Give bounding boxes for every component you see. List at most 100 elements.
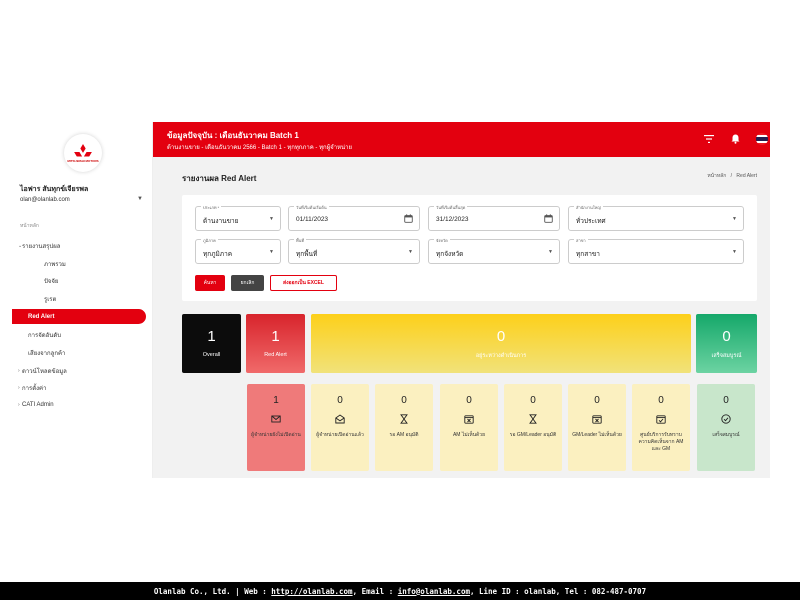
field-label: วันที่เริ่มต้นเริ่มต้น <box>294 204 329 211</box>
status-card-gm-disagree[interactable]: 0 GM/Leader ไม่เห็นด้วย <box>568 384 626 471</box>
status-label: เสร็จสมบูรณ์ <box>712 432 740 438</box>
field-value: ทั่วประเทศ <box>576 218 606 225</box>
status-label: ผู้จำหน่ายเปิดอ่านแล้ว <box>316 432 364 438</box>
summary-tile-in-progress[interactable]: 0 อยู่ระหว่างดำเนินการ <box>311 314 691 373</box>
sidebar-item-settings[interactable]: › การตั้งค่า <box>12 380 153 395</box>
summary-tile-completed[interactable]: 0 เสร็จสมบูรณ์ <box>696 314 757 373</box>
status-label: ผู้จำหน่ายยังไม่เปิดอ่าน <box>251 432 301 438</box>
area-select[interactable]: พื้นที่ ทุกพื้นที่ ▼ <box>288 237 420 264</box>
status-label: รอ AM อนุมัติ <box>389 432 419 438</box>
sidebar-item-factors[interactable]: ปัจจัย <box>12 273 153 288</box>
sidebar-item-label: การจัดอันดับ <box>28 332 62 339</box>
user-menu-chevron-icon[interactable]: ▼ <box>137 196 143 202</box>
bell-icon[interactable] <box>729 133 741 145</box>
branch-select[interactable]: สาขา ทุกสาขา ▼ <box>568 237 744 264</box>
field-label: ประเภท * <box>201 204 222 211</box>
footer-prefix: Olanlab Co., Ltd. | Web : <box>153 586 272 596</box>
summary-label: อยู่ระหว่างดำเนินการ <box>475 353 527 359</box>
status-card-read[interactable]: 0 ผู้จำหน่ายเปิดอ่านแล้ว <box>311 384 369 471</box>
breadcrumb-home[interactable]: หน้าหลัก <box>707 173 726 179</box>
region-select[interactable]: ภูมิภาค ทุกภูมิภาค ▼ <box>195 237 281 264</box>
sidebar-item-cati-admin[interactable]: › CATI Admin <box>12 397 153 412</box>
caret-down-icon: ▼ <box>269 216 274 222</box>
mail-icon <box>271 415 281 423</box>
sidebar-item-label: ดาวน์โหลดข้อมูล <box>22 368 67 375</box>
footer-email-label: , Email : <box>352 586 398 596</box>
check-circle-icon <box>721 414 731 424</box>
province-select[interactable]: จังหวัด ทุกจังหวัด ▼ <box>428 237 560 264</box>
summary-label: เสร็จสมบูรณ์ <box>711 353 742 359</box>
sidebar-item-label: CATI Admin <box>22 401 54 408</box>
summary-value: 0 <box>722 328 731 345</box>
search-button[interactable]: ค้นหา <box>195 275 225 291</box>
status-value: 0 <box>337 395 343 406</box>
field-label: พื้นที่ <box>294 237 307 244</box>
sidebar-item-summary-report[interactable]: ⌄ รายงานสรุปผล <box>12 238 153 253</box>
sidebar-item-label: การตั้งค่า <box>22 385 47 392</box>
sidebar-item-label: ภาพรวม <box>44 261 66 268</box>
type-select[interactable]: ประเภท * ด้านงานขาย ▼ <box>195 204 281 231</box>
footer-banner: Olanlab Co., Ltd. | Web : http://olanlab… <box>0 582 800 600</box>
status-card-unread[interactable]: 1 ผู้จำหน่ายยังไม่เปิดอ่าน <box>247 384 305 471</box>
status-card-am-disagree[interactable]: 0 AM ไม่เห็นด้วย <box>440 384 498 471</box>
sidebar-item-label: Red Alert <box>28 313 55 320</box>
breadcrumb-separator: / <box>730 173 733 179</box>
summary-label: Red Alert <box>264 352 287 358</box>
field-value: 01/11/2023 <box>296 216 329 223</box>
field-value: ด้านงานขาย <box>203 218 239 225</box>
footer-web-link[interactable]: http://olanlab.com <box>271 587 352 596</box>
calendar-x-icon <box>464 415 474 424</box>
summary-tile-overall[interactable]: 1 Overall <box>182 314 241 373</box>
main-content: รายงานผล Red Alert หน้าหลัก / Red Alert … <box>153 157 770 478</box>
status-value: 0 <box>658 395 664 406</box>
status-card-acknowledged[interactable]: 0 ศูนย์บริการรับทราบความคิดเห็นจาก AM แล… <box>632 384 690 471</box>
status-card-wait-gm[interactable]: 0 รอ GM/Leader อนุมัติ <box>504 384 562 471</box>
caret-down-icon: ▼ <box>269 249 274 255</box>
header-subtitle: ด้านงานขาย - เดือนธันวาคม 2566 - Batch 1… <box>167 145 353 151</box>
status-label: ศูนย์บริการรับทราบความคิดเห็นจาก AM และ … <box>638 432 684 452</box>
chevron-right-icon: › <box>18 384 20 391</box>
mitsubishi-diamonds-icon <box>74 143 92 156</box>
thai-flag-language-icon[interactable] <box>756 133 768 145</box>
sidebar-item-customer-voice[interactable]: เสียงจากลูกค้า <box>12 345 153 360</box>
sidebar-item-label: เสียงจากลูกค้า <box>28 350 66 357</box>
status-value: 0 <box>530 395 536 406</box>
sidebar-item-ranking[interactable]: การจัดอันดับ <box>12 327 153 342</box>
cancel-button[interactable]: ยกเลิก <box>231 275 264 291</box>
field-label: วันที่เริ่มต้นสิ้นสุด <box>434 204 468 211</box>
field-label: ภูมิภาค <box>201 237 218 244</box>
status-value: 0 <box>594 395 600 406</box>
calendar-icon[interactable] <box>544 214 553 223</box>
summary-value: 1 <box>271 328 280 345</box>
sidebar-item-overview[interactable]: ภาพรวม <box>12 256 153 271</box>
app-window: MITSUBISHI MOTORS ไอฟาร สันทุกข์เจียรพล … <box>12 122 770 478</box>
chevron-right-icon: › <box>18 367 20 374</box>
brand-logo[interactable]: MITSUBISHI MOTORS <box>64 134 102 172</box>
field-value: 31/12/2023 <box>436 216 469 223</box>
filter-panel: ประเภท * ด้านงานขาย ▼ วันที่เริ่มต้นเริ่… <box>182 195 757 301</box>
end-date-field[interactable]: วันที่เริ่มต้นสิ้นสุด 31/12/2023 <box>428 204 560 231</box>
sidebar: MITSUBISHI MOTORS ไอฟาร สันทุกข์เจียรพล … <box>12 122 153 478</box>
status-value: 0 <box>723 395 729 406</box>
status-card-wait-am[interactable]: 0 รอ AM อนุมัติ <box>375 384 433 471</box>
user-email: olan@olanlab.com <box>20 197 70 203</box>
breadcrumb-current: Red Alert <box>736 173 757 179</box>
breadcrumb: หน้าหลัก / Red Alert <box>707 172 757 180</box>
sidebar-item-download[interactable]: › ดาวน์โหลดข้อมูล <box>12 363 153 378</box>
sidebar-item-rule[interactable]: รูเรต <box>12 291 153 306</box>
logo-text: MITSUBISHI MOTORS <box>67 158 99 163</box>
summary-value: 0 <box>496 328 506 345</box>
footer-email-link[interactable]: info@olanlab.com <box>398 587 470 596</box>
head-office-select[interactable]: สำนักงานใหญ่ ทั่วประเทศ ▼ <box>568 204 744 231</box>
summary-tile-red-alert[interactable]: 1 Red Alert <box>246 314 305 373</box>
filter-icon[interactable] <box>703 133 715 145</box>
export-excel-button[interactable]: ส่งออกเป็น EXCEL <box>270 275 337 291</box>
start-date-field[interactable]: วันที่เริ่มต้นเริ่มต้น 01/11/2023 <box>288 204 420 231</box>
field-label: สำนักงานใหญ่ <box>574 204 603 211</box>
sidebar-item-red-alert[interactable]: Red Alert <box>12 309 146 324</box>
status-card-completed[interactable]: 0 เสร็จสมบูรณ์ <box>697 384 755 471</box>
calendar-icon[interactable] <box>404 214 413 223</box>
status-label: GM/Leader ไม่เห็นด้วย <box>572 432 622 438</box>
caret-down-icon: ▼ <box>548 249 553 255</box>
status-label: รอ GM/Leader อนุมัติ <box>509 432 557 438</box>
